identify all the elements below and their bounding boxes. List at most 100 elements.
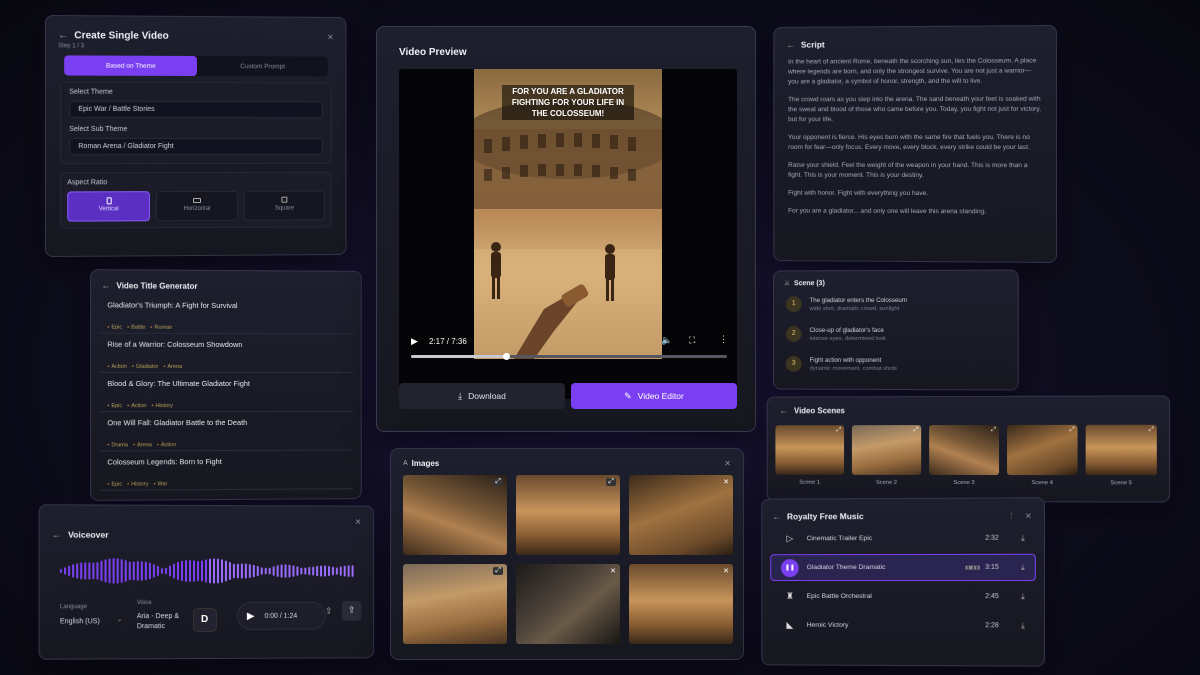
aspect-horizontal[interactable]: Horizontal	[156, 191, 238, 221]
close-icon[interactable]: ✕	[1025, 511, 1032, 520]
play-icon[interactable]: ▶	[247, 610, 255, 621]
waveform-bar	[141, 561, 143, 580]
track-name: Heroic Victory	[807, 622, 849, 629]
voice-logo-icon: D	[201, 614, 208, 625]
waveform-bar	[217, 559, 219, 584]
music-track[interactable]: ❚❚ Gladiator Theme Dramatic ▮▯▮▮▯▮▯▮ 3:15 ⤓	[770, 554, 1036, 581]
waveform-bar	[117, 558, 119, 583]
aspect-vertical[interactable]: Vertical	[67, 191, 150, 221]
back-arrow-icon[interactable]: ←	[772, 512, 781, 522]
voiceover-panel: ← Voiceover ✕ Language English (US) ⌄ Vo…	[39, 504, 375, 660]
scene-thumbnail: ⤢	[929, 425, 999, 475]
download-button[interactable]: ⤓ Download	[399, 383, 565, 409]
remove-icon[interactable]: ✕	[723, 567, 729, 575]
music-track[interactable]: ◣ Heroic Victory 2:28 ⤓	[770, 612, 1036, 640]
scene-list: 1 The gladiator enters the Colosseum wide …	[774, 289, 1018, 380]
theme-select[interactable]: Epic War / Battle Stories	[69, 101, 323, 118]
waveform-bar	[221, 559, 223, 582]
back-arrow-icon[interactable]: ←	[779, 405, 788, 415]
image-thumb[interactable]: ⤢	[403, 475, 507, 555]
expand-icon[interactable]: ⤢	[991, 427, 996, 434]
scene-card[interactable]: ⤢ Scene 3	[929, 425, 999, 486]
back-arrow-icon[interactable]: ←	[58, 30, 68, 41]
language-select[interactable]: English (US)	[60, 618, 100, 625]
video-editor-button[interactable]: ✎ Video Editor	[571, 383, 737, 409]
close-icon[interactable]: ✕	[724, 459, 731, 468]
expand-icon[interactable]: ⤢	[836, 427, 841, 434]
expand-icon[interactable]: ⤢	[493, 567, 503, 575]
scene-item[interactable]: 2 Close-up of gladiator's face intense eye…	[774, 319, 1018, 349]
subtheme-select[interactable]: Roman Arena / Gladiator Fight	[69, 138, 323, 155]
back-arrow-icon[interactable]: ←	[101, 280, 110, 290]
title-option[interactable]: Rise of a Warrior: Colosseum Showdown • Ac…	[99, 334, 353, 373]
more-options-icon[interactable]: ⋮	[1008, 512, 1015, 520]
video-progress-handle[interactable]	[503, 353, 510, 360]
track-icon[interactable]: ♜	[781, 591, 799, 602]
download-icon[interactable]: ⤓	[1021, 533, 1025, 543]
script-paragraph: For you are a gladiator... and only one …	[788, 207, 1042, 218]
voice-preview-button[interactable]: D	[193, 608, 217, 632]
subtheme-label: Select Sub Theme	[69, 126, 323, 133]
share-icon[interactable]: ⇪	[325, 606, 332, 617]
tag-dot-icon: •	[107, 364, 109, 370]
download-icon[interactable]: ⤓	[1021, 621, 1025, 631]
back-arrow-icon[interactable]: ←	[786, 40, 795, 50]
tab-based-on-theme[interactable]: Based on Theme	[64, 55, 197, 76]
expand-icon[interactable]: ⤢	[1149, 427, 1154, 434]
script-panel: ← Script In the heart of ancient Rome, b…	[773, 25, 1057, 263]
remove-icon[interactable]: ✕	[723, 478, 729, 486]
music-track[interactable]: ♜ Epic Battle Orchestral 2:45 ⤓	[770, 583, 1036, 610]
volume-icon[interactable]: 🔈	[661, 335, 672, 346]
tag-list: • Action • Gladiator • Arena	[107, 355, 345, 373]
fullscreen-icon[interactable]: ⛶	[689, 335, 695, 346]
scene-card[interactable]: ⤢ Scene 4	[1007, 425, 1078, 486]
waveform-bar	[205, 559, 207, 582]
scene-label: Scene 5	[1086, 480, 1157, 486]
back-arrow-icon[interactable]: ←	[52, 530, 61, 540]
download-icon[interactable]: ⤓	[1021, 562, 1025, 572]
tag-dot-icon: •	[152, 403, 154, 409]
waveform-bar	[348, 565, 350, 577]
tag: • Epic	[107, 482, 122, 488]
expand-icon[interactable]: ⤢	[1070, 427, 1075, 434]
voice-select[interactable]: Aria - Deep & Dramatic	[137, 612, 189, 632]
image-thumb[interactable]: ⤢	[403, 564, 507, 644]
export-button[interactable]: ⇪	[342, 601, 362, 621]
scene-thumbnail: ⤢	[1086, 425, 1157, 476]
download-icon[interactable]: ⤓	[1021, 592, 1025, 602]
expand-icon[interactable]: ⤢	[606, 478, 616, 486]
play-icon[interactable]: ▶	[411, 336, 418, 347]
scene-card[interactable]: ⤢ Scene 1	[775, 425, 844, 486]
expand-icon[interactable]: ⤢	[493, 478, 503, 486]
close-icon[interactable]: ✕	[355, 517, 362, 526]
tab-custom-prompt[interactable]: Custom Prompt	[197, 63, 328, 71]
scene-card[interactable]: ⤢ Scene 2	[852, 425, 921, 486]
video-player[interactable]: FOR YOU ARE A GLADIATOR FIGHTING FOR YOU…	[399, 69, 737, 399]
title-option[interactable]: Colosseum Legends: Born to Fight • Epic • Hi…	[99, 451, 353, 491]
scene-card[interactable]: ⤢ Scene 5	[1086, 425, 1157, 487]
scene-item[interactable]: 1 The gladiator enters the Colosseum wide …	[774, 289, 1018, 319]
image-thumb[interactable]: ⤢	[516, 475, 620, 555]
music-track[interactable]: ▷ Cinematic Trailer Epic 2:32 ⤓	[770, 525, 1036, 553]
panel-title: Video Title Generator	[116, 281, 197, 291]
image-thumb[interactable]: ✕	[516, 564, 620, 644]
close-icon[interactable]: ✕	[327, 33, 334, 42]
video-progress-track[interactable]	[411, 355, 727, 358]
expand-icon[interactable]: ⤢	[913, 427, 918, 434]
waveform-bar	[249, 564, 251, 578]
tag-dot-icon: •	[107, 442, 109, 448]
tag: • Action	[127, 403, 146, 409]
title-option[interactable]: One Will Fall: Gladiator Battle to the D…	[99, 412, 353, 452]
title-option[interactable]: Blood & Glory: The Ultimate Gladiator Fi…	[99, 373, 353, 412]
title-option[interactable]: Gladiator's Triumph: A Fight for Surviva…	[99, 294, 353, 334]
aspect-square[interactable]: Square	[244, 191, 325, 221]
image-thumb[interactable]: ✕	[629, 475, 733, 555]
track-icon[interactable]: ◣	[781, 620, 799, 631]
pause-icon[interactable]: ❚❚	[781, 559, 799, 577]
more-options-icon[interactable]: ⋮	[719, 334, 728, 345]
scene-item[interactable]: 3 Fight action with opponent dynamic movem…	[774, 349, 1018, 379]
remove-icon[interactable]: ✕	[610, 567, 616, 575]
chevron-down-icon[interactable]: ⌄	[117, 615, 123, 623]
play-icon[interactable]: ▷	[781, 533, 799, 544]
image-thumb[interactable]: ✕	[629, 564, 733, 644]
